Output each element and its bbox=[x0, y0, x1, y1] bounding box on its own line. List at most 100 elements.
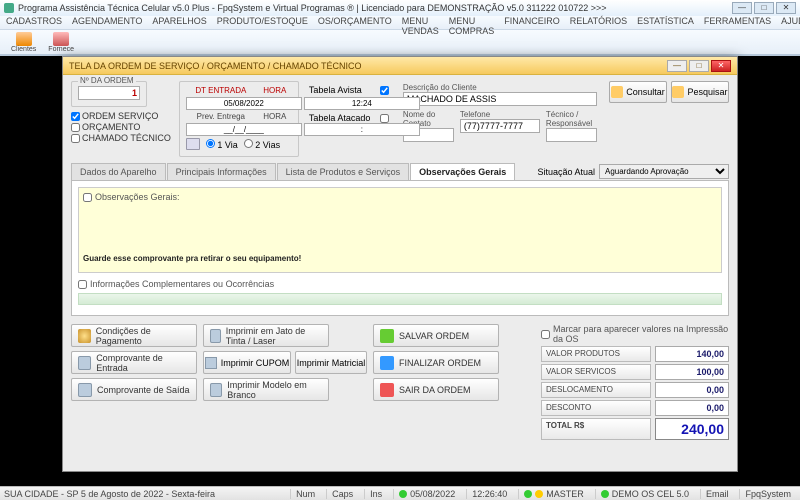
os-maximize[interactable]: □ bbox=[689, 60, 709, 72]
grp-datas: DT ENTRADAHORA Prev. EntregaHORA 1 Via 2… bbox=[179, 81, 299, 157]
radio-1via[interactable]: 1 Via bbox=[206, 139, 238, 150]
dt-prev[interactable] bbox=[186, 123, 302, 136]
maximize-button[interactable]: □ bbox=[754, 2, 774, 14]
os-window-title: TELA DA ORDEM DE SERVIÇO / ORÇAMENTO / C… bbox=[69, 61, 362, 71]
led-icon bbox=[524, 490, 532, 498]
btn-salvar-ordem[interactable]: SALVAR ORDEM bbox=[373, 324, 499, 347]
tab-principais[interactable]: Principais Informações bbox=[167, 163, 276, 180]
tab-dados-aparelho[interactable]: Dados do Aparelho bbox=[71, 163, 166, 180]
os-window-header: TELA DA ORDEM DE SERVIÇO / ORÇAMENTO / C… bbox=[63, 57, 737, 75]
menu-agendamento[interactable]: AGENDAMENTO bbox=[72, 16, 142, 29]
printer-icon bbox=[186, 138, 200, 150]
btn-comprovante-saida[interactable]: Comprovante de Saída bbox=[71, 378, 197, 401]
app-titlebar: Programa Assistência Técnica Celular v5.… bbox=[0, 0, 800, 16]
chk-marcar-valores[interactable] bbox=[541, 330, 550, 339]
valor-produtos: 140,00 bbox=[655, 346, 729, 362]
find-icon bbox=[672, 86, 684, 98]
valor-servicos: 100,00 bbox=[655, 364, 729, 380]
obs-keep-msg: Guarde esse comprovante pra retirar o se… bbox=[83, 254, 717, 263]
tab-observacoes[interactable]: Observações Gerais bbox=[410, 163, 515, 180]
search-icon bbox=[611, 86, 623, 98]
people-icon bbox=[16, 32, 32, 46]
btn-finalizar-ordem[interactable]: FINALIZAR ORDEM bbox=[373, 351, 499, 374]
status-fpq[interactable]: FpqSystem bbox=[739, 489, 796, 499]
printer-icon bbox=[210, 329, 221, 343]
led-icon bbox=[535, 490, 543, 498]
main-toolbar: Clientes Fornece bbox=[0, 30, 800, 56]
btn-comprovante-entrada[interactable]: Comprovante de Entrada bbox=[71, 351, 197, 374]
app-icon bbox=[4, 3, 14, 13]
consultar-button[interactable]: Consultar bbox=[609, 81, 667, 103]
tab-content: Observações Gerais: Guarde esse comprova… bbox=[71, 180, 729, 316]
status-email[interactable]: Email bbox=[700, 489, 734, 499]
valor-desconto: 0,00 bbox=[655, 400, 729, 416]
menu-ajuda[interactable]: AJUDA bbox=[781, 16, 800, 29]
close-button[interactable]: ✕ bbox=[776, 2, 796, 14]
os-minimize[interactable]: — bbox=[667, 60, 687, 72]
exit-icon bbox=[380, 383, 394, 397]
status-caps: Caps bbox=[326, 489, 358, 499]
radio-2vias[interactable]: 2 Vias bbox=[244, 139, 280, 150]
chk-chamado[interactable]: CHAMADO TÉCNICO bbox=[71, 133, 171, 143]
blank-icon bbox=[210, 383, 222, 397]
toolbar-clientes[interactable]: Clientes bbox=[6, 30, 41, 55]
led-icon bbox=[399, 490, 407, 498]
menu-estatistica[interactable]: ESTATÍSTICA bbox=[637, 16, 694, 29]
green-bar bbox=[78, 293, 722, 305]
menu-relatorios[interactable]: RELATÓRIOS bbox=[570, 16, 627, 29]
status-bar: SUA CIDADE - SP 5 de Agosto de 2022 - Se… bbox=[0, 486, 800, 500]
menu-aparelhos[interactable]: APARELHOS bbox=[152, 16, 206, 29]
minimize-button[interactable]: — bbox=[732, 2, 752, 14]
workspace: TELA DA ORDEM DE SERVIÇO / ORÇAMENTO / C… bbox=[0, 56, 800, 486]
coin-icon bbox=[78, 329, 91, 343]
status-ins: Ins bbox=[364, 489, 387, 499]
chk-avista[interactable]: Tabela Avista bbox=[309, 85, 389, 95]
toolbar-fornece[interactable]: Fornece bbox=[43, 30, 79, 55]
obs-textarea[interactable] bbox=[83, 204, 717, 244]
menu-financeiro[interactable]: FINANCEIRO bbox=[504, 16, 560, 29]
supplier-icon bbox=[53, 32, 69, 46]
chk-atacado[interactable]: Tabela Atacado bbox=[309, 113, 389, 123]
receipt-icon bbox=[205, 357, 217, 369]
btn-modelo-branco[interactable]: Imprimir Modelo em Branco bbox=[203, 378, 329, 401]
tecnico-input[interactable] bbox=[546, 128, 597, 142]
btn-imprimir-jato[interactable]: Imprimir em Jato de Tinta / Laser bbox=[203, 324, 329, 347]
tab-lista-prod[interactable]: Lista de Produtos e Serviços bbox=[277, 163, 410, 180]
os-close[interactable]: ✕ bbox=[711, 60, 731, 72]
cliente-desc[interactable] bbox=[403, 92, 597, 106]
menu-cadastros[interactable]: CADASTROS bbox=[6, 16, 62, 29]
btn-cond-pagamento[interactable]: Condições de Pagamento bbox=[71, 324, 197, 347]
hora-entrada[interactable] bbox=[304, 97, 420, 110]
grp-num-ordem: Nº DA ORDEM bbox=[71, 81, 147, 107]
status-num: Num bbox=[290, 489, 320, 499]
chk-ordem-servico[interactable]: ORDEM SERVIÇO bbox=[71, 111, 171, 121]
situacao-select[interactable]: Aguardando Aprovação bbox=[599, 164, 729, 179]
app-title: Programa Assistência Técnica Celular v5.… bbox=[18, 3, 607, 13]
chk-obs[interactable] bbox=[83, 193, 92, 202]
menu-ferramentas[interactable]: FERRAMENTAS bbox=[704, 16, 771, 29]
valor-deslocamento: 0,00 bbox=[655, 382, 729, 398]
menu-produto[interactable]: PRODUTO/ESTOQUE bbox=[217, 16, 308, 29]
main-menu: CADASTROS AGENDAMENTO APARELHOS PRODUTO/… bbox=[0, 16, 800, 30]
btn-imprimir-cupom[interactable]: Imprimir CUPOM bbox=[203, 351, 291, 374]
check-icon bbox=[380, 329, 394, 343]
menu-compras[interactable]: MENU COMPRAS bbox=[449, 16, 495, 29]
finalize-icon bbox=[380, 356, 394, 370]
chk-infcomp[interactable] bbox=[78, 280, 87, 289]
menu-os[interactable]: OS/ORÇAMENTO bbox=[318, 16, 392, 29]
chk-orcamento[interactable]: ORÇAMENTO bbox=[71, 122, 171, 132]
dt-entrada[interactable] bbox=[186, 97, 302, 110]
doc-out-icon bbox=[78, 383, 92, 397]
btn-imprimir-matricial[interactable]: Imprimir Matricial bbox=[295, 351, 367, 374]
obs-box: Observações Gerais: Guarde esse comprova… bbox=[78, 187, 722, 273]
doc-in-icon bbox=[78, 356, 91, 370]
telefone-input[interactable] bbox=[460, 119, 540, 133]
hora-prev[interactable] bbox=[304, 123, 420, 136]
totals-panel: Marcar para aparecer valores na Impressã… bbox=[541, 324, 729, 442]
pesquisar-button[interactable]: Pesquisar bbox=[671, 81, 729, 103]
num-ordem-input[interactable] bbox=[78, 86, 140, 100]
btn-sair-ordem[interactable]: SAIR DA ORDEM bbox=[373, 378, 499, 401]
menu-vendas[interactable]: MENU VENDAS bbox=[402, 16, 439, 29]
os-window: TELA DA ORDEM DE SERVIÇO / ORÇAMENTO / C… bbox=[62, 56, 738, 472]
status-location: SUA CIDADE - SP 5 de Agosto de 2022 - Se… bbox=[4, 489, 215, 499]
